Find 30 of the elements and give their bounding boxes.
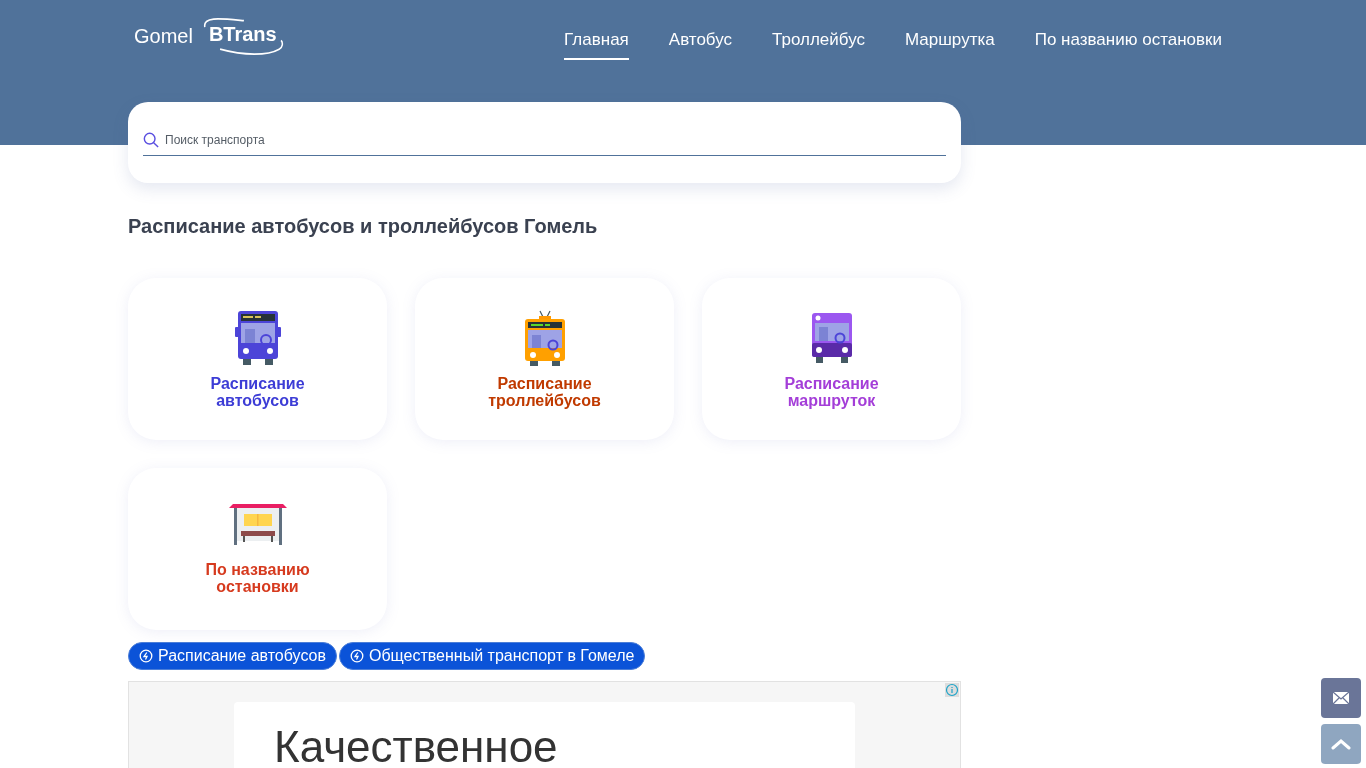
- tag-link[interactable]: Расписание автобусов: [128, 642, 337, 670]
- bolt-icon: [139, 649, 153, 663]
- scroll-top-button[interactable]: [1321, 724, 1361, 764]
- card-label: Расписание автобусов: [209, 375, 306, 409]
- ad-headline: Качественное: [274, 722, 559, 768]
- nav-link[interactable]: По названию остановки: [1034, 30, 1222, 60]
- category-card[interactable]: Расписание автобусов: [128, 278, 387, 440]
- category-card[interactable]: Расписание троллейбусов: [415, 278, 674, 440]
- card-label: По названию остановки: [204, 561, 311, 595]
- mail-button[interactable]: [1321, 678, 1361, 718]
- nav-link[interactable]: Автобус: [668, 30, 733, 60]
- bus-icon: [232, 309, 283, 367]
- nav-link[interactable]: Главная: [564, 30, 629, 60]
- search-icon: [143, 131, 159, 148]
- bolt-icon: [349, 649, 364, 663]
- card-label: Расписание маршруток: [783, 375, 880, 409]
- card-label: Расписание троллейбусов: [487, 375, 602, 409]
- page-heading: Расписание автобусов и троллейбусов Гомель: [128, 215, 599, 238]
- logo-text[interactable]: Gomel: [134, 24, 193, 48]
- info-icon[interactable]: [945, 683, 959, 697]
- nav-link[interactable]: Маршрутка: [904, 30, 995, 60]
- bus-stop-icon: [228, 503, 287, 547]
- category-card[interactable]: По названию остановки: [128, 468, 387, 630]
- category-card[interactable]: Расписание маршруток: [702, 278, 961, 440]
- mail-icon: [1332, 691, 1350, 705]
- search-field[interactable]: Поиск транспорта: [163, 131, 946, 148]
- nav-link[interactable]: Троллейбус: [772, 30, 865, 60]
- logo-text-swoosh[interactable]: BTrans: [200, 14, 287, 58]
- tag-link[interactable]: Общественный транспорт в Гомеле: [338, 642, 646, 670]
- chevron-up-icon: [1331, 738, 1351, 750]
